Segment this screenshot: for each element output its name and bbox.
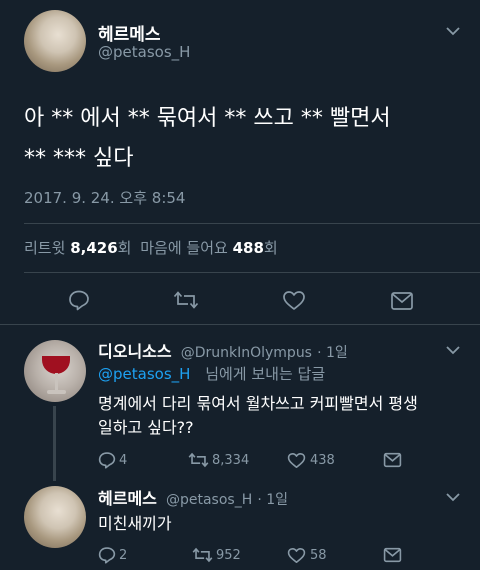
- reply-icon[interactable]: [68, 289, 90, 311]
- chevron-down-icon[interactable]: [446, 492, 460, 502]
- handle[interactable]: @petasos_H: [98, 43, 190, 61]
- like-icon[interactable]: [282, 290, 306, 311]
- divider: [0, 324, 480, 325]
- replying-to-suffix: 님에게 보내는 답글: [205, 365, 326, 383]
- time[interactable]: · 1일: [257, 492, 288, 508]
- divider: [24, 272, 480, 273]
- replying-to: @petasos_H 님에게 보내는 답글: [98, 363, 325, 384]
- engagement-stats: 리트윗 8,426회 마음에 들어요 488회: [24, 237, 278, 258]
- reply-header: 디오니소스 @DrunkInOlympus · 1일: [98, 338, 348, 362]
- retweet-count: 952: [216, 548, 241, 563]
- direct-message-icon[interactable]: [383, 452, 402, 468]
- display-name[interactable]: 헤르메스: [98, 489, 157, 508]
- retweet-icon[interactable]: [188, 451, 209, 469]
- retweets-count[interactable]: 8,426: [70, 239, 117, 257]
- display-name[interactable]: 헤르메스: [98, 20, 161, 45]
- replying-to-handle[interactable]: @petasos_H: [98, 365, 190, 383]
- handle[interactable]: @petasos_H: [166, 492, 252, 508]
- wine-stem: [55, 373, 58, 391]
- wine-base: [47, 390, 66, 394]
- like-icon[interactable]: [287, 547, 306, 564]
- chevron-down-icon[interactable]: [446, 345, 460, 355]
- reply-text: 미친새끼가: [98, 514, 172, 533]
- timestamp[interactable]: 2017. 9. 24. 오후 8:54: [24, 187, 185, 208]
- likes-count[interactable]: 488: [233, 239, 264, 257]
- thread-line: [53, 406, 56, 481]
- avatar[interactable]: [24, 340, 86, 402]
- display-name[interactable]: 디오니소스: [98, 342, 172, 361]
- direct-message-icon[interactable]: [383, 547, 402, 563]
- retweet-icon[interactable]: [173, 289, 199, 311]
- reply-count: 2: [119, 548, 128, 563]
- retweets-unit: 회: [117, 239, 132, 257]
- direct-message-icon[interactable]: [390, 291, 414, 311]
- reply-header: 헤르메스 @petasos_H · 1일: [98, 485, 288, 509]
- wine-glass-icon: [42, 356, 70, 374]
- chevron-down-icon[interactable]: [446, 26, 460, 36]
- likes-label: 마음에 들어요: [140, 239, 228, 257]
- tweet-text-line-1: 아 ** 에서 ** 묶여서 ** 쓰고 ** 빨면서: [24, 106, 391, 131]
- reply-text-line-2: 일하고 싶다??: [98, 418, 194, 437]
- like-count: 438: [310, 453, 335, 468]
- retweets-label: 리트윗: [24, 239, 66, 257]
- tweet-text-line-2: ** *** 싶다: [24, 146, 134, 171]
- time[interactable]: · 1일: [317, 345, 348, 361]
- reply-icon[interactable]: [98, 546, 116, 564]
- retweet-icon[interactable]: [192, 546, 213, 564]
- reply-text-line-1: 명계에서 다리 묶여서 월차쓰고 커피빨면서 평생: [98, 394, 418, 413]
- likes-unit: 회: [263, 239, 278, 257]
- avatar[interactable]: [24, 486, 86, 548]
- reply-count: 4: [119, 453, 128, 468]
- divider: [24, 223, 480, 224]
- reply-icon[interactable]: [98, 451, 116, 469]
- avatar[interactable]: [24, 10, 86, 72]
- retweet-count: 8,334: [212, 453, 250, 468]
- handle[interactable]: @DrunkInOlympus: [181, 345, 312, 361]
- like-icon[interactable]: [287, 452, 306, 469]
- like-count: 58: [310, 548, 327, 563]
